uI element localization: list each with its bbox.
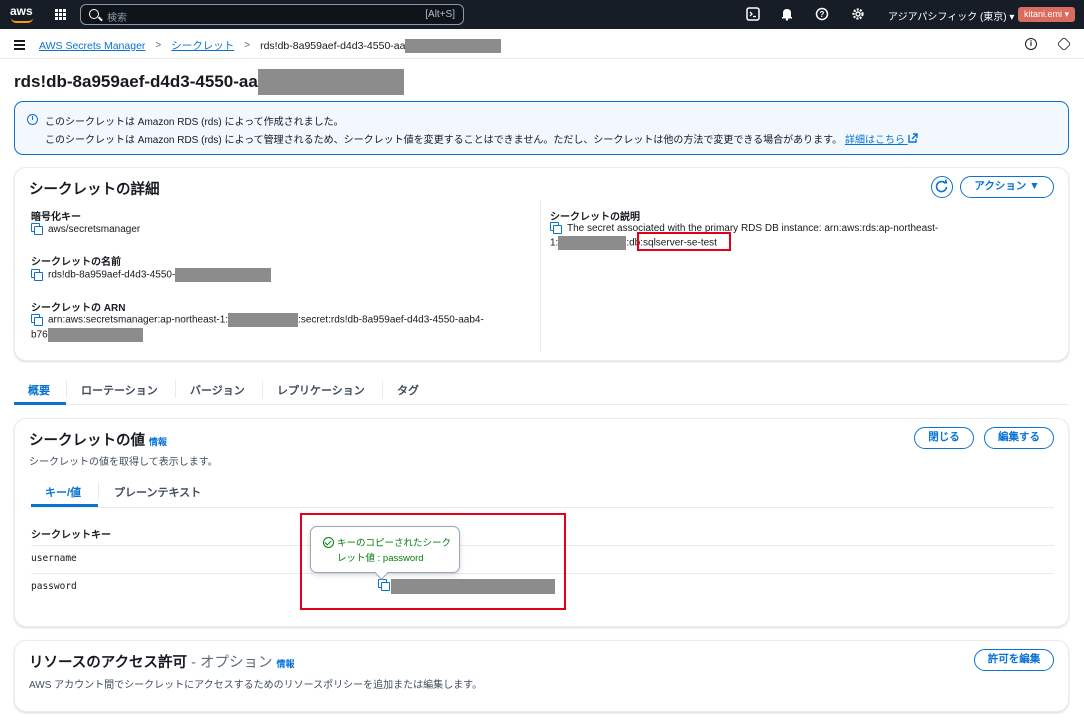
- secret-value-subtitle: シークレットの値を取得して表示します。: [29, 457, 218, 468]
- tab-divider: [66, 380, 67, 398]
- services-grid-icon[interactable]: [55, 9, 66, 20]
- tab-divider: [98, 482, 99, 500]
- tab-tags[interactable]: タグ: [397, 382, 419, 398]
- breadcrumb-bar: AWS Secrets Manager > シークレット > rds!db-8a…: [0, 29, 1084, 59]
- redacted-block: [405, 38, 502, 53]
- encryption-key-value: aws/secretsmanager: [31, 223, 140, 235]
- tab-versions[interactable]: バージョン: [190, 382, 245, 398]
- feedback-icon[interactable]: [1056, 36, 1072, 52]
- flash-line-1: このシークレットは Amazon RDS (rds) によって作成されました。: [45, 117, 344, 128]
- redacted-block: [558, 236, 627, 250]
- tab-list: 概要 ローテーション バージョン レプリケーション タグ: [14, 378, 1069, 405]
- breadcrumb-current: rds!db-8a959aef-d4d3-4550-aa: [260, 38, 502, 53]
- top-navigation: aws 検索 [Alt+S] ? アジアパシフィック (東京) ▾ kitani…: [0, 0, 1084, 29]
- info-flashbar: i このシークレットは Amazon RDS (rds) によって作成されました…: [14, 101, 1069, 155]
- page-title: rds!db-8a959aef-d4d3-4550-aa: [14, 69, 404, 95]
- cloudshell-icon[interactable]: [746, 7, 760, 21]
- help-icon[interactable]: ?: [815, 7, 829, 21]
- description-label: シークレットの説明: [550, 212, 640, 223]
- search-placeholder: 検索: [107, 13, 127, 24]
- tab-replication[interactable]: レプリケーション: [277, 382, 365, 398]
- resource-access-description: AWS アカウント間でシークレットにアクセスするためのリソースポリシーを追加また…: [29, 680, 483, 691]
- info-link[interactable]: 情報: [149, 437, 167, 447]
- info-icon[interactable]: i: [1025, 38, 1037, 50]
- close-button[interactable]: 閉じる: [914, 427, 974, 449]
- secret-value-title: シークレットの値 情報: [29, 433, 168, 449]
- table-row-key: username: [31, 553, 77, 564]
- breadcrumb-secrets[interactable]: シークレット: [171, 38, 234, 53]
- aws-smile-icon: [11, 18, 33, 23]
- breadcrumb-secrets-manager[interactable]: AWS Secrets Manager: [39, 40, 145, 52]
- chevron-right-icon: >: [244, 40, 251, 51]
- aws-logo-text: aws: [10, 4, 33, 18]
- info-link[interactable]: 情報: [276, 659, 294, 669]
- secret-arn-label: シークレットの ARN: [31, 303, 126, 314]
- info-icon: i: [27, 114, 38, 125]
- svg-text:?: ?: [820, 10, 825, 19]
- actions-button[interactable]: アクション ▼: [960, 176, 1054, 198]
- learn-more-link[interactable]: 詳細はこちら: [845, 133, 918, 146]
- tab-rotation[interactable]: ローテーション: [81, 382, 158, 398]
- redacted-block: [47, 328, 143, 342]
- redacted-block: [257, 69, 404, 95]
- breadcrumb: AWS Secrets Manager > シークレット > rds!db-8a…: [39, 38, 502, 53]
- column-header-secret-key: シークレットキー: [31, 530, 111, 541]
- refresh-button[interactable]: [931, 176, 953, 198]
- tab-divider: [382, 380, 383, 398]
- table-row-key: password: [31, 581, 77, 592]
- secret-details-title: シークレットの詳細: [29, 182, 160, 198]
- settings-icon[interactable]: [851, 7, 865, 21]
- secret-name-value: rds!db-8a959aef-d4d3-4550-: [31, 268, 272, 282]
- tab-overview[interactable]: 概要: [28, 382, 50, 398]
- secret-name-label: シークレットの名前: [31, 257, 121, 268]
- search-input[interactable]: 検索 [Alt+S]: [80, 4, 464, 25]
- copy-icon[interactable]: [31, 313, 43, 326]
- highlight-box: [300, 513, 566, 610]
- menu-icon[interactable]: [14, 40, 25, 50]
- description-value: The secret associated with the primary R…: [550, 222, 938, 234]
- aws-logo[interactable]: aws: [10, 4, 34, 24]
- secret-details-card: [14, 167, 1069, 361]
- region-selector[interactable]: アジアパシフィック (東京) ▾: [888, 8, 1014, 23]
- encryption-key-label: 暗号化キー: [31, 212, 81, 223]
- secret-arn-value: arn:aws:secretsmanager:ap-northeast-1::s…: [31, 313, 484, 327]
- search-shortcut: [Alt+S]: [425, 9, 455, 20]
- secret-arn-value-line-2: b76: [31, 328, 143, 342]
- tab-divider: [175, 380, 176, 398]
- external-link-icon: [908, 133, 918, 143]
- redacted-block: [175, 268, 272, 282]
- column-divider: [540, 200, 541, 352]
- resource-access-title: リソースのアクセス許可 - オプション 情報: [29, 655, 295, 671]
- flash-line-2: このシークレットは Amazon RDS (rds) によって管理されるため、シ…: [45, 131, 918, 146]
- copy-icon[interactable]: [31, 223, 43, 235]
- subtab-key-value[interactable]: キー/値: [45, 484, 81, 500]
- subtab-divider: [31, 507, 1054, 508]
- copy-icon[interactable]: [550, 222, 562, 234]
- search-icon: [89, 9, 99, 19]
- active-tab-indicator: [14, 402, 66, 405]
- bell-icon[interactable]: [780, 7, 794, 21]
- highlight-box: [637, 232, 731, 251]
- user-menu[interactable]: kitani.emi ▾: [1018, 7, 1076, 22]
- refresh-icon: [935, 179, 948, 193]
- subtab-plaintext[interactable]: プレーンテキスト: [114, 484, 201, 500]
- chevron-right-icon: >: [155, 40, 162, 51]
- redacted-block: [228, 313, 299, 327]
- edit-button[interactable]: 編集する: [984, 427, 1054, 449]
- edit-permissions-button[interactable]: 許可を編集: [974, 649, 1054, 671]
- copy-icon[interactable]: [31, 268, 43, 281]
- tab-divider: [262, 380, 263, 398]
